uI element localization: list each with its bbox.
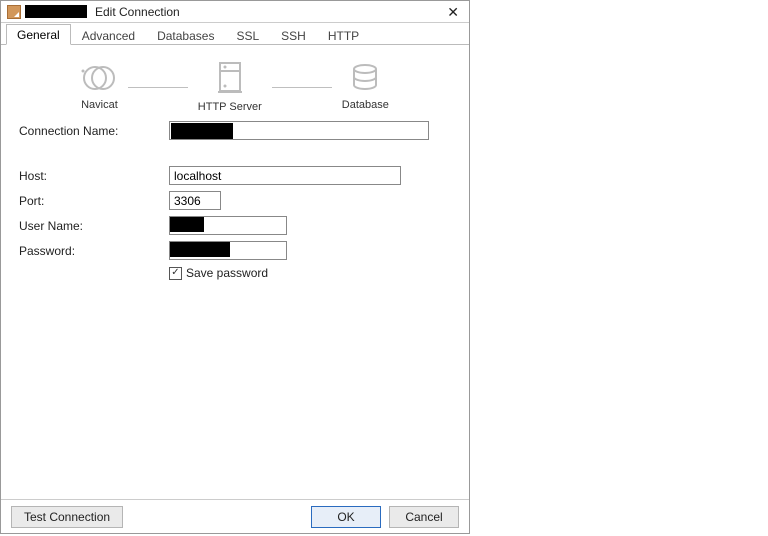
dialog-footer: Test Connection OK Cancel: [1, 499, 469, 533]
close-icon[interactable]: ✕: [443, 5, 463, 19]
user-name-input[interactable]: [169, 216, 287, 235]
edit-connection-dialog: Edit Connection ✕ General Advanced Datab…: [0, 0, 470, 534]
http-server-icon: [216, 61, 244, 95]
window-title: Edit Connection: [95, 5, 180, 19]
titlebar: Edit Connection ✕: [1, 1, 469, 23]
database-icon: [350, 63, 380, 93]
connection-diagram: Navicat HTTP Server: [19, 61, 451, 113]
tab-ssl[interactable]: SSL: [225, 25, 270, 45]
tab-http[interactable]: HTTP: [317, 25, 370, 45]
redacted-title-segment: [25, 5, 87, 18]
connection-name-label: Connection Name:: [19, 124, 169, 138]
tab-strip: General Advanced Databases SSL SSH HTTP: [1, 23, 469, 45]
tab-databases[interactable]: Databases: [146, 25, 225, 45]
tab-general[interactable]: General: [6, 24, 71, 45]
ok-button[interactable]: OK: [311, 506, 381, 528]
cancel-button[interactable]: Cancel: [389, 506, 459, 528]
user-name-label: User Name:: [19, 219, 169, 233]
app-icon: [7, 5, 21, 19]
test-connection-button[interactable]: Test Connection: [11, 506, 123, 528]
tab-advanced[interactable]: Advanced: [71, 25, 146, 45]
host-label: Host:: [19, 169, 169, 183]
save-password-checkbox[interactable]: [169, 267, 182, 280]
diagram-line: [272, 87, 332, 88]
diagram-navicat: Navicat: [81, 63, 118, 111]
form: Connection Name: Host: Port: User Name:: [19, 121, 451, 280]
password-input[interactable]: [169, 241, 287, 260]
save-password-label: Save password: [186, 266, 268, 280]
connection-name-input[interactable]: [169, 121, 429, 140]
diagram-database: Database: [342, 63, 389, 111]
password-label: Password:: [19, 244, 169, 258]
diagram-navicat-label: Navicat: [81, 99, 118, 111]
port-label: Port:: [19, 194, 169, 208]
dialog-body: Navicat HTTP Server: [1, 45, 469, 499]
diagram-http: HTTP Server: [198, 61, 262, 113]
port-input[interactable]: [169, 191, 221, 210]
diagram-database-label: Database: [342, 99, 389, 111]
tab-ssh[interactable]: SSH: [270, 25, 317, 45]
diagram-line: [128, 87, 188, 88]
navicat-icon: [81, 63, 117, 93]
host-input[interactable]: [169, 166, 401, 185]
diagram-http-label: HTTP Server: [198, 101, 262, 113]
